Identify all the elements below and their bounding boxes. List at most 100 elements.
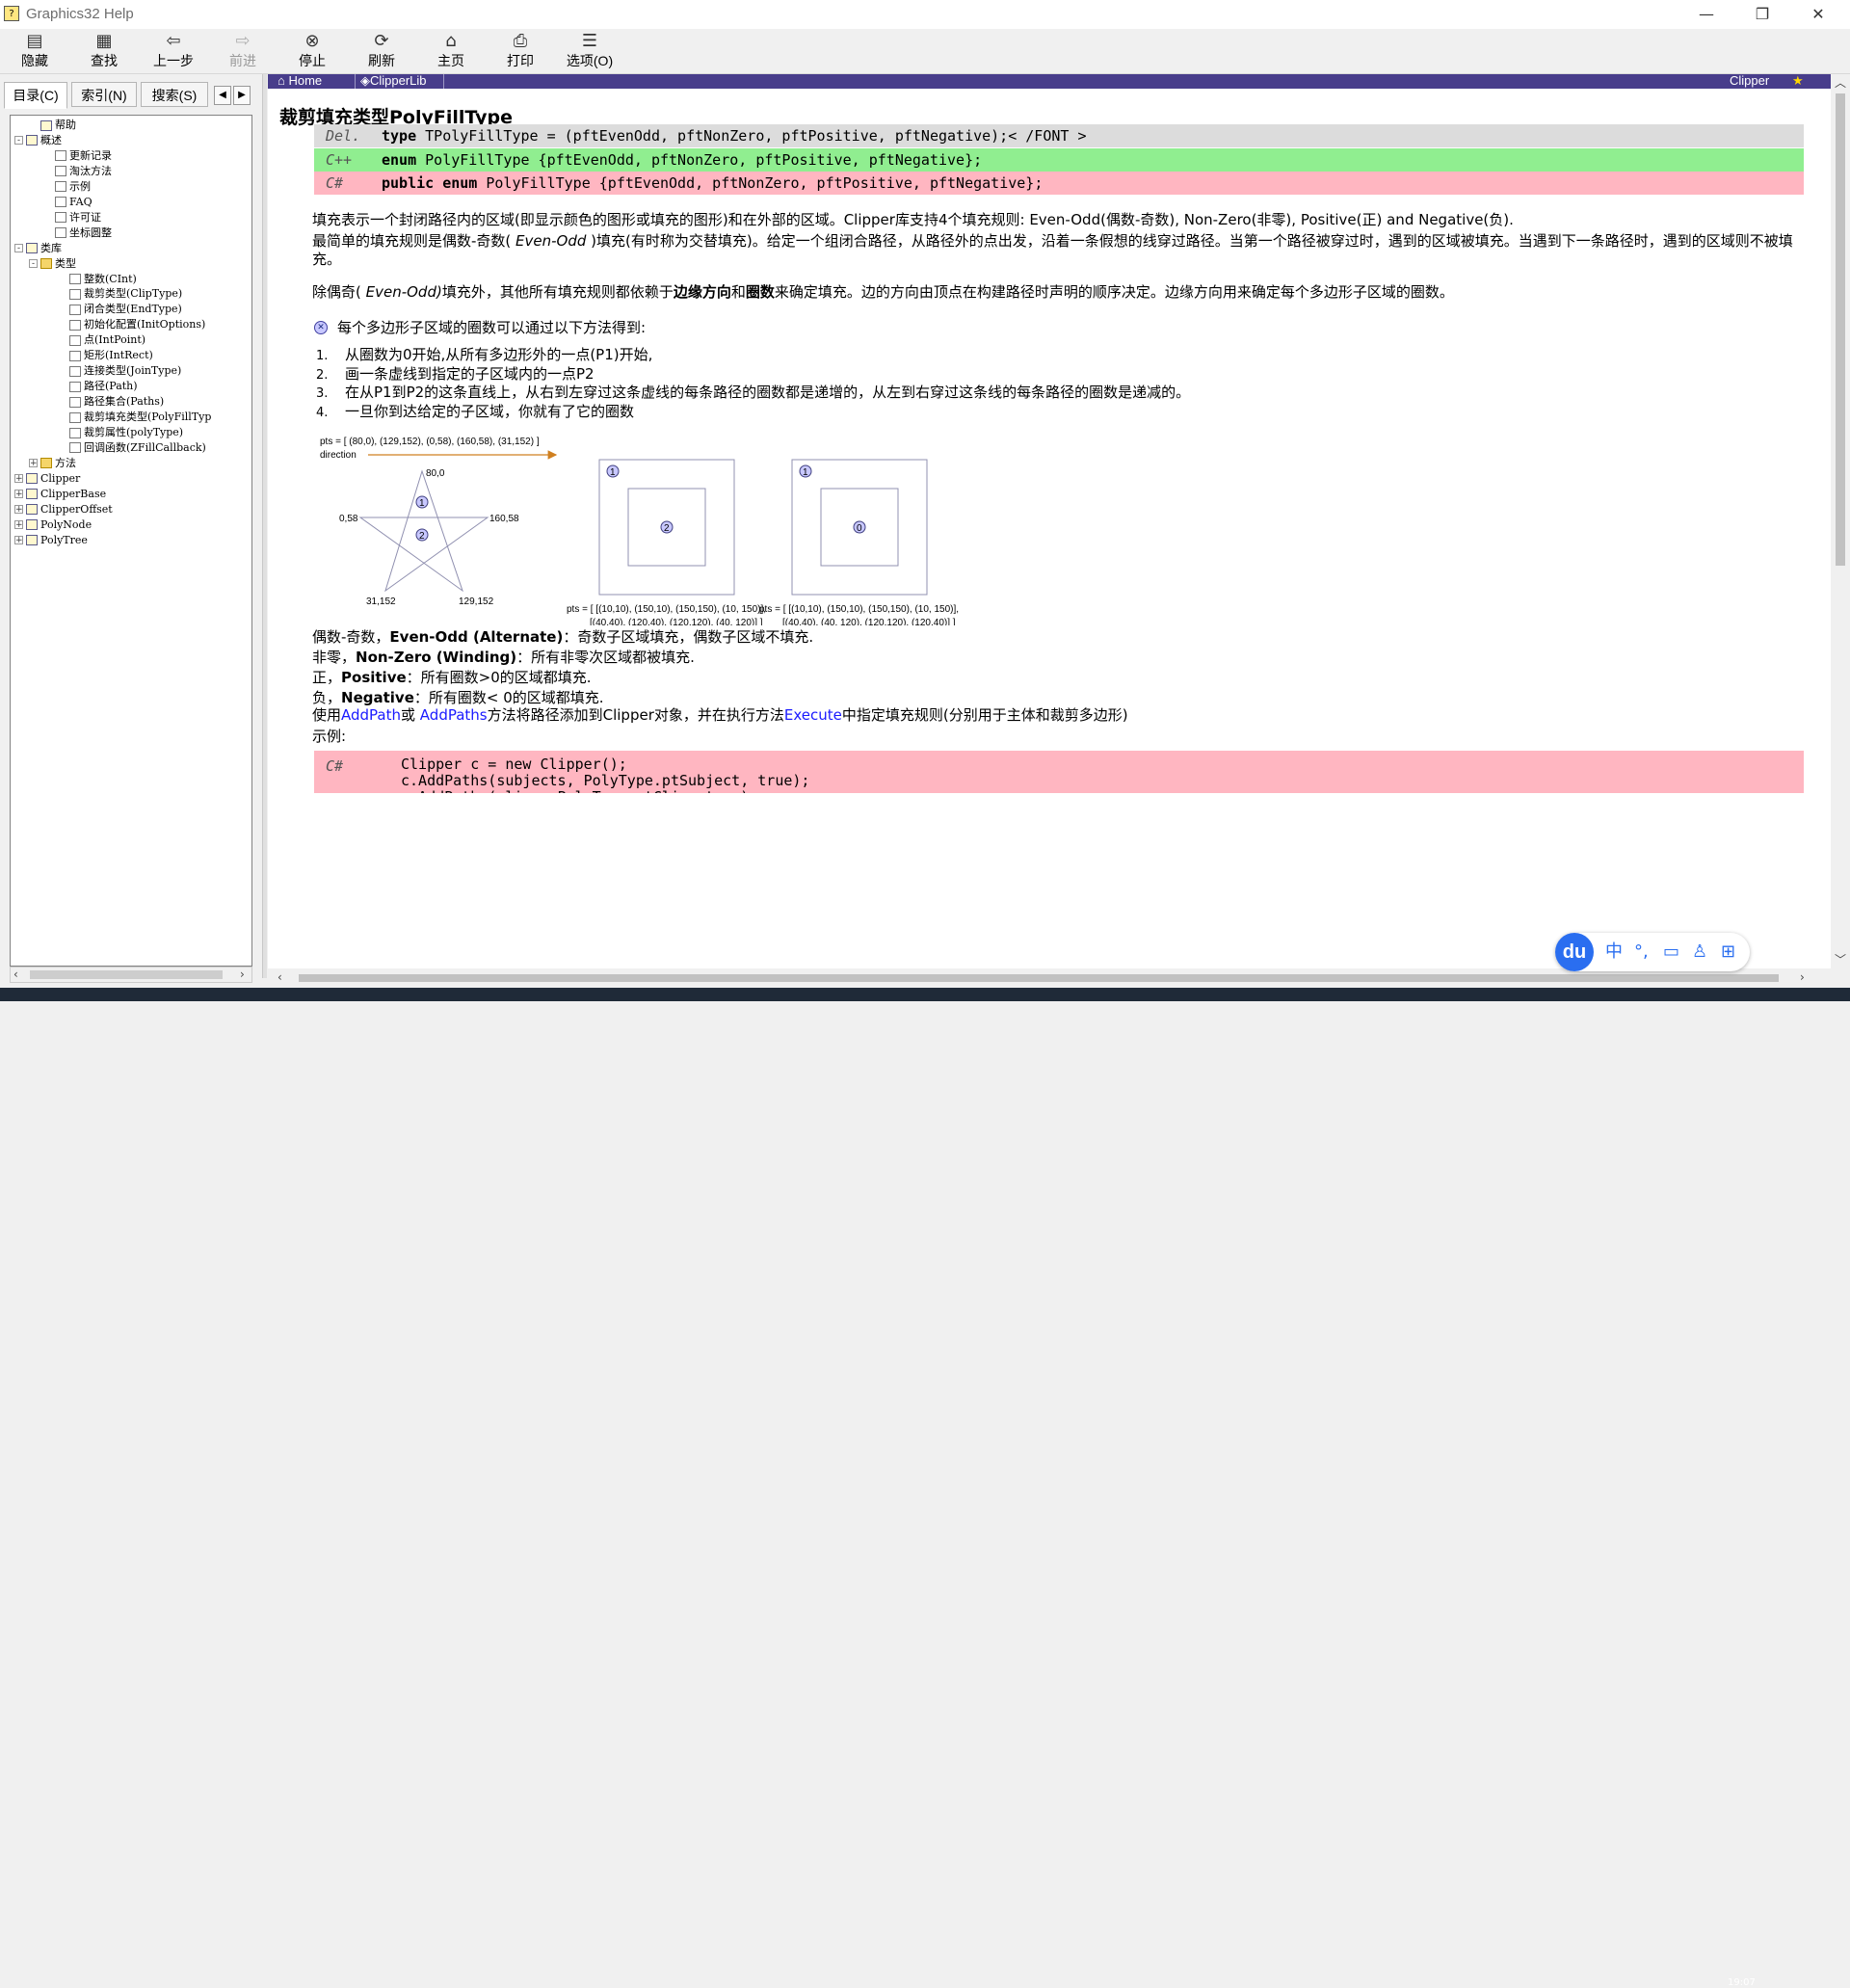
tree-item[interactable]: - 类型 <box>29 256 76 272</box>
fill-rule-term: Positive <box>341 669 407 686</box>
nav-home-link[interactable]: ⌂ Home <box>278 74 322 88</box>
tree-item[interactable]: + PolyTree <box>14 533 88 548</box>
addpath-link[interactable]: AddPath <box>341 706 401 724</box>
toolbar-button-label: 上一步 <box>153 53 194 68</box>
ime-toolbar[interactable]: du 中 °, ▭ ♙ ⊞ <box>1555 933 1750 971</box>
tab-search[interactable]: 搜索(S) <box>141 82 208 107</box>
tab-index[interactable]: 索引(N) <box>71 82 137 107</box>
contents-tree[interactable]: 帮助 - 概述 更新记录 淘汰方法 示例 FAQ 许可证 坐标圆整 - 类库 - 类型 整数(CInt) 裁… <box>10 115 252 967</box>
tree-item[interactable]: 许可证 <box>43 210 101 225</box>
tree-item[interactable]: 路径集合(Paths) <box>58 394 164 410</box>
tree-item[interactable]: 裁剪类型(ClipType) <box>58 286 182 302</box>
ime-toolbox-icon[interactable]: ⊞ <box>1721 941 1735 964</box>
toolbar-button[interactable]: ⟳ 刷新 <box>348 29 415 73</box>
tree-item[interactable]: - 概述 <box>14 133 62 148</box>
tree-item[interactable]: 连接类型(JoinType) <box>58 363 181 379</box>
tree-item-label: 裁剪属性(polyType) <box>84 426 184 438</box>
page-icon <box>69 274 81 284</box>
tab-scroll-left-icon[interactable]: ◀ <box>214 86 231 105</box>
toolbar-button[interactable]: ⊗ 停止 <box>278 29 346 73</box>
ime-user-icon[interactable]: ♙ <box>1692 941 1707 964</box>
tree-item[interactable]: 路径(Path) <box>58 379 138 394</box>
fill-rule-description: ：所有圈数>0的区域都填充. <box>406 669 592 686</box>
tree-item[interactable]: + 方法 <box>29 456 76 471</box>
collapse-icon[interactable]: - <box>14 244 23 253</box>
toolbar-button[interactable]: ⎙ 打印 <box>487 29 554 73</box>
scroll-left-icon[interactable]: ‹ <box>278 970 282 984</box>
tab-scroll-right-icon[interactable]: ▶ <box>233 86 251 105</box>
execute-link[interactable]: Execute <box>784 706 842 724</box>
tree-item[interactable]: - 类库 <box>14 241 62 256</box>
baidu-ime-logo[interactable]: du <box>1555 933 1594 971</box>
scroll-right-icon[interactable]: › <box>1800 970 1805 984</box>
pane-splitter[interactable] <box>262 74 267 978</box>
toolbar-button[interactable]: ⇨ 前进 <box>209 29 277 73</box>
expand-icon[interactable]: + <box>14 520 23 530</box>
ime-punctuation-icon[interactable]: °, <box>1634 941 1649 964</box>
expand-icon[interactable]: + <box>14 536 23 545</box>
step-item: 4. 一旦你到达给定的子区域，你就有了它的圈数 <box>316 402 634 423</box>
tree-item[interactable]: 点(IntPoint) <box>58 332 145 348</box>
winding-count: 1 <box>610 467 616 478</box>
tree-item-label: 点(IntPoint) <box>84 333 146 347</box>
tree-item[interactable]: + Clipper <box>14 471 80 487</box>
tree-item-label: 淘汰方法 <box>69 164 112 177</box>
fill-rule-item: 负，Negative：所有圈数< 0的区域都填充. <box>312 688 813 708</box>
ime-keyboard-icon[interactable]: ▭ <box>1663 941 1679 964</box>
tree-item[interactable]: 裁剪属性(polyType) <box>58 425 183 440</box>
scroll-up-icon[interactable]: ︿ <box>1835 74 1846 91</box>
tree-item[interactable]: 初始化配置(InitOptions) <box>58 317 205 332</box>
tree-horizontal-scrollbar[interactable]: ‹ › <box>10 967 252 983</box>
expand-icon[interactable]: + <box>14 474 23 484</box>
tree-item[interactable]: + PolyNode <box>14 517 92 533</box>
tree-item[interactable]: 坐标圆整 <box>43 225 112 241</box>
page-icon <box>69 334 81 346</box>
ime-chinese-mode-icon[interactable]: 中 <box>1605 941 1623 964</box>
toolbar-button[interactable]: ⌂ 主页 <box>417 29 485 73</box>
close-button[interactable]: ✕ <box>1790 0 1846 29</box>
tree-item[interactable]: 淘汰方法 <box>43 164 112 179</box>
scroll-right-icon[interactable]: › <box>240 967 245 981</box>
tab-contents[interactable]: 目录(C) <box>4 82 67 109</box>
expand-icon[interactable]: + <box>14 490 23 499</box>
fill-rule-term: Non-Zero (Winding) <box>356 649 517 666</box>
content-vertical-scrollbar[interactable]: ︿ ﹀ <box>1831 74 1850 978</box>
tree-item[interactable]: 示例 <box>43 179 91 195</box>
scroll-thumb[interactable] <box>299 974 1779 982</box>
scroll-thumb[interactable] <box>30 970 223 979</box>
window-title: Graphics32 Help <box>26 6 134 22</box>
expand-icon[interactable]: + <box>29 459 38 468</box>
collapse-icon[interactable]: - <box>29 259 38 269</box>
toolbar-button[interactable]: ⇦ 上一步 <box>140 29 207 73</box>
addpaths-link[interactable]: AddPaths <box>420 706 488 724</box>
restore-button[interactable]: ❐ <box>1734 0 1790 29</box>
expand-bullet-icon[interactable]: ✕ <box>314 321 328 334</box>
tree-item-label: 类型 <box>55 256 76 270</box>
page-icon <box>55 166 66 177</box>
tree-item[interactable]: 更新记录 <box>43 148 112 164</box>
toolbar-button[interactable]: ▦ 查找 <box>70 29 138 73</box>
tree-item[interactable]: 矩形(IntRect) <box>58 348 153 363</box>
fill-rule-chinese: 正， <box>312 669 342 686</box>
tree-item[interactable]: + ClipperBase <box>14 487 106 502</box>
toolbar-button[interactable]: ☰ 选项(O) <box>556 29 623 73</box>
tree-item[interactable]: 回调函数(ZFillCallback) <box>58 440 206 456</box>
expand-icon[interactable]: + <box>14 505 23 515</box>
scroll-left-icon[interactable]: ‹ <box>13 967 18 981</box>
tree-item[interactable]: FAQ <box>43 195 92 210</box>
toolbar-button[interactable]: ▤ 隐藏 <box>1 29 68 73</box>
winding-count: 1 <box>803 467 808 478</box>
content-horizontal-scrollbar[interactable]: ‹ › <box>268 968 1831 988</box>
scroll-thumb[interactable] <box>1836 93 1845 566</box>
code-keyword: public enum <box>382 174 478 192</box>
winding-count: 1 <box>419 498 425 509</box>
tree-item[interactable]: + ClipperOffset <box>14 502 113 517</box>
nav-section-link[interactable]: ◈ClipperLib <box>360 74 427 89</box>
tree-item[interactable]: 闭合类型(EndType) <box>58 302 182 317</box>
minimize-button[interactable]: — <box>1678 0 1734 29</box>
scroll-down-icon[interactable]: ﹀ <box>1835 951 1846 967</box>
tree-item[interactable]: 帮助 <box>29 118 76 133</box>
collapse-icon[interactable]: - <box>14 136 23 146</box>
tree-item[interactable]: 裁剪填充类型(PolyFillTyp <box>58 410 211 425</box>
tree-item[interactable]: 整数(CInt) <box>58 272 137 287</box>
